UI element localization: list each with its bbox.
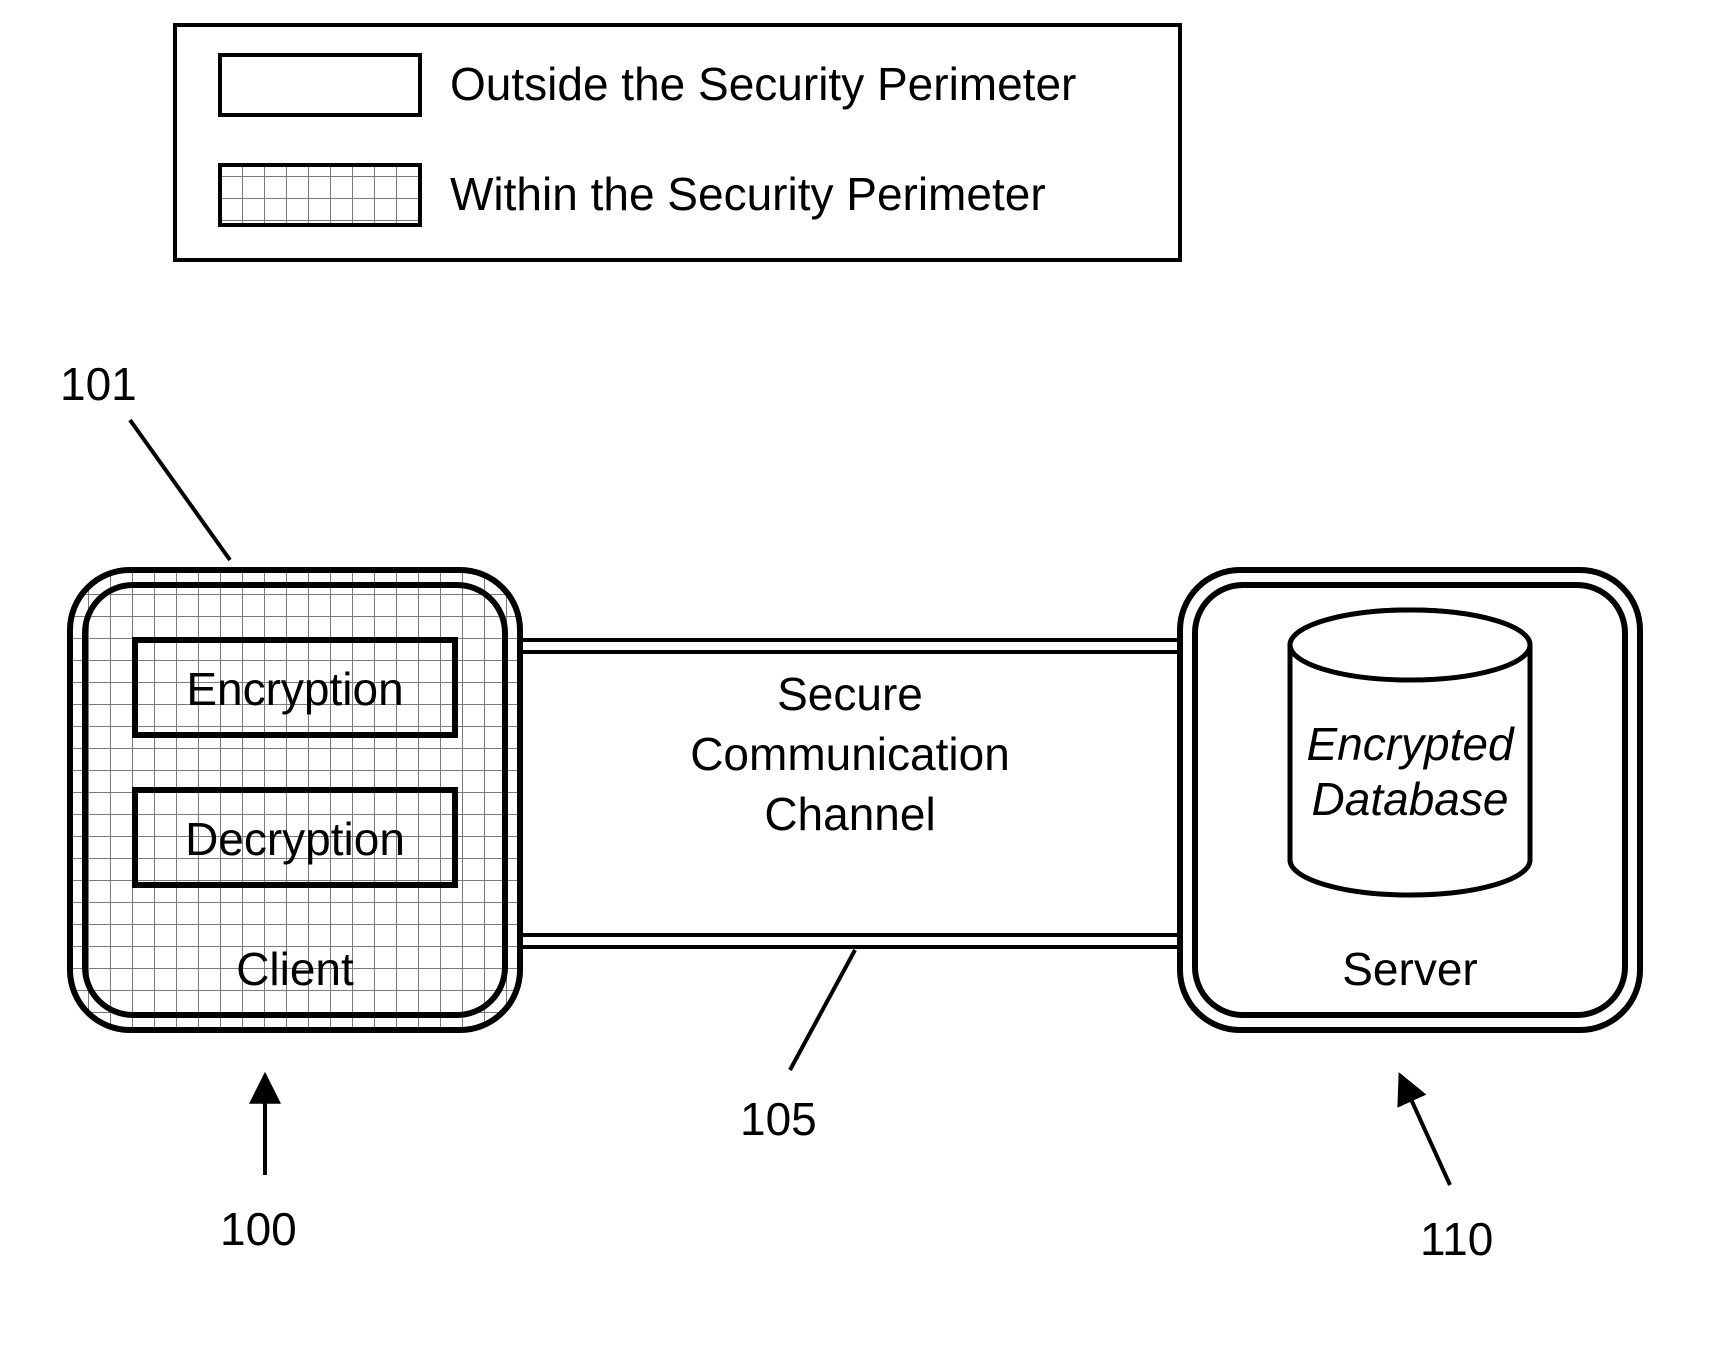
decryption-label: Decryption [185,813,405,865]
legend-swatch-within [220,165,420,225]
db-label-2: Database [1312,773,1509,825]
database-icon: Encrypted Database [1290,610,1530,895]
db-label-1: Encrypted [1306,718,1515,770]
legend: Outside the Security Perimeter Within th… [175,25,1180,260]
channel-label-3: Channel [764,788,935,840]
channel-label-2: Communication [690,728,1010,780]
svg-text:101: 101 [60,358,137,410]
legend-label-within: Within the Security Perimeter [450,168,1046,220]
diagram-root: Outside the Security Perimeter Within th… [0,0,1709,1345]
secure-channel: Secure Communication Channel [460,640,1240,947]
svg-text:100: 100 [220,1203,297,1255]
ref-105: 105 [740,950,855,1145]
ref-110: 110 [1400,1075,1493,1265]
ref-101: 101 [60,358,230,560]
ref-100: 100 [220,1075,297,1255]
channel-label-1: Secure [777,668,923,720]
server-title: Server [1342,943,1477,995]
legend-swatch-outside [220,55,420,115]
server-box: Encrypted Database Server [1180,570,1640,1030]
encryption-label: Encryption [186,663,403,715]
client-title: Client [236,943,354,995]
svg-text:105: 105 [740,1093,817,1145]
client-box: Encryption Decryption Client [70,570,520,1030]
legend-label-outside: Outside the Security Perimeter [450,58,1076,110]
svg-text:110: 110 [1420,1213,1493,1265]
